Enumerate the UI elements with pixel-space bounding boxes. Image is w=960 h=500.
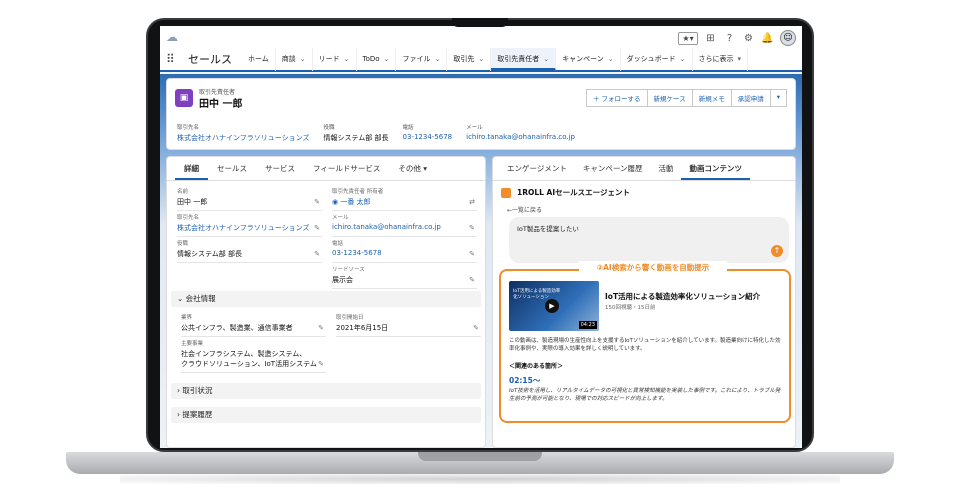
callout-label: ②AI検索から響く動画を自動提示 [579,261,727,275]
new-case-button[interactable]: 新規ケース [647,89,693,107]
nav-accounts[interactable]: 取引先 ⌄ [447,47,492,71]
laptop-frame: ☁ ★▾ ⊞ ? ⚙ 🔔 ☺ ⠿ セールス ホーム 商談 ⌄ リード ⌄ ToDo ⌄… [0,0,960,500]
cloud-logo-icon: ☁ [166,30,178,44]
field-name: 名前 田中 一郎 ✎ [177,187,322,211]
related-section-label: ＜関連のある箇所＞ [509,363,564,370]
tab-sales[interactable]: セールス [208,159,256,180]
video-duration: 04:23 [578,321,597,329]
nav-files[interactable]: ファイル ⌄ [396,47,448,71]
edit-icon[interactable]: ✎ [473,324,479,332]
record-name: 田中 一郎 [199,99,243,110]
change-owner-icon[interactable]: ⇄ [469,198,475,206]
field-owner: 取引先責任者 所有者 ◉ 一番 太郎 ⇄ [332,187,477,211]
nav-contacts[interactable]: 取引先責任者 ⌄ [491,47,557,71]
gear-icon[interactable]: ⚙ [742,32,755,45]
laptop-shadow [120,474,840,484]
tab-more[interactable]: その他 ▾ [389,159,436,180]
follow-button[interactable]: ＋ フォローする [585,89,648,107]
video-result: IoT活用による製造効率化ソリューション ▶ 04:23 IoT活用による製造効… [499,269,791,423]
account-link[interactable]: 株式会社オハナインフラソリューションズ [177,133,310,143]
section-history[interactable]: › 提案履歴 [171,407,481,423]
tab-service[interactable]: サービス [256,159,304,180]
action-buttons: ＋ フォローする 新規ケース 新規メモ 承認申請 ▾ [585,89,787,107]
field-start-date: 取引開始日 2021年6月15日 ✎ [336,313,481,337]
field-industry: 業界 公共インフラ、製造業、通信事業者 ✎ [181,313,326,337]
edit-icon[interactable]: ✎ [318,360,324,368]
app-name: セールス [188,53,232,66]
highlight-title: 役職 情報システム部 部長 [323,125,389,142]
contact-icon: ▣ [175,89,193,107]
global-header: ☁ ★▾ ⊞ ? ⚙ 🔔 ☺ [160,26,802,48]
field-business: 主要事業 社会インフラシステム、製造システム、 クラウドソリューション、IoT活… [181,339,326,373]
highlight-phone: 電話 03-1234-5678 [402,125,453,141]
record-header: ▣ 取引先責任者 田中 一郎 ＋ フォローする 新規ケース 新規メモ 承認申請 … [166,78,796,150]
video-description: この動画は、製造現場の生産性向上を支援するIoTソリューションを紹介しています。… [509,338,781,352]
video-thumbnail[interactable]: IoT活用による製造効率化ソリューション ▶ 04:23 [509,281,599,331]
phone-link[interactable]: 03-1234-5678 [403,133,453,141]
edit-icon[interactable]: ✎ [314,198,320,206]
tab-video-content[interactable]: 動画コンテンツ [681,159,750,180]
new-note-button[interactable]: 新規メモ [692,89,732,107]
timestamp-link[interactable]: 02:15〜 [509,375,540,386]
more-actions-button[interactable]: ▾ [770,89,787,107]
add-icon[interactable]: ⊞ [704,32,717,45]
nav-home[interactable]: ホーム [242,47,276,71]
timestamp-note: IoT技術を活用し、リアルタイムデータの可視化と異常検知機能を実装した事例です。… [509,388,781,402]
bell-icon[interactable]: 🔔 [761,32,774,45]
nav-todo[interactable]: ToDo ⌄ [357,47,397,71]
nav-more[interactable]: さらに表示 ▾ [693,47,749,71]
section-company[interactable]: ⌄ 会社情報 [171,291,481,307]
agent-title: 1ROLL AIセールスエージェント [501,187,630,198]
video-meta: 150回視聴・15日前 [605,305,656,311]
back-link[interactable]: ←一覧に戻る [507,205,542,214]
section-status[interactable]: › 取引状況 [171,383,481,399]
tab-details[interactable]: 詳細 [175,159,208,180]
field-email: メール ichiro.tanaka@ohanainfra.co.jp ✎ [332,213,477,237]
avatar[interactable]: ☺ [780,30,796,46]
video-title[interactable]: IoT活用による製造効率化ソリューション紹介 [605,291,760,302]
laptop-base-groove [418,452,542,461]
edit-icon[interactable]: ✎ [469,224,475,232]
tab-engagement[interactable]: エンゲージメント [499,159,575,180]
field-account: 取引先名 株式会社オハナインフラソリューションズ ✎ [177,213,322,237]
app-nav: ⠿ セールス ホーム 商談 ⌄ リード ⌄ ToDo ⌄ ファイル ⌄ 取引先 ⌄ 取引先… [160,47,802,72]
screen: ☁ ★▾ ⊞ ? ⚙ 🔔 ☺ ⠿ セールス ホーム 商談 ⌄ リード ⌄ ToDo ⌄… [160,26,802,448]
prompt-box[interactable]: IoT製品を提案したい ↑ [509,217,789,263]
owner-link[interactable]: ◉ 一番 太郎 [332,197,477,207]
tab-field-service[interactable]: フィールドサービス [304,159,389,180]
highlight-account: 取引先名 株式会社オハナインフラソリューションズ [177,125,310,143]
detail-tabs: 詳細 セールス サービス フィールドサービス その他 ▾ [167,159,485,181]
favorites-icon[interactable]: ★▾ [678,31,698,45]
edit-icon[interactable]: ✎ [318,324,324,332]
nav-campaigns[interactable]: キャンペーン ⌄ [556,47,621,71]
highlight-email: メール ichiro.tanaka@ohanainfra.co.jp [466,125,575,141]
edit-icon[interactable]: ✎ [314,250,320,258]
video-panel: エンゲージメント キャンペーン履歴 活動 動画コンテンツ 1ROLL AIセール… [492,156,796,448]
play-icon[interactable]: ▶ [545,299,559,313]
related-tabs: エンゲージメント キャンペーン履歴 活動 動画コンテンツ [493,159,795,181]
highlight-fields: 取引先名 株式会社オハナインフラソリューションズ 役職 情報システム部 部長 電… [177,123,589,143]
edit-icon[interactable]: ✎ [469,276,475,284]
field-title: 役職 情報システム部 部長 ✎ [177,239,322,263]
edit-icon[interactable]: ✎ [314,224,320,232]
email-link[interactable]: ichiro.tanaka@ohanainfra.co.jp [466,133,575,141]
nav-dashboards[interactable]: ダッシュボード ⌄ [621,47,693,71]
app-launcher-icon[interactable]: ⠿ [166,52,182,66]
help-icon[interactable]: ? [723,32,736,45]
tab-campaign-history[interactable]: キャンペーン履歴 [575,159,651,180]
tab-activity[interactable]: 活動 [650,159,681,180]
send-icon[interactable]: ↑ [771,245,783,257]
field-phone: 電話 03-1234-5678 ✎ [332,239,477,263]
details-panel: 詳細 セールス サービス フィールドサービス その他 ▾ 名前 田中 一郎 ✎ … [166,156,486,448]
agent-logo-icon [501,187,511,198]
camera-notch [452,18,508,27]
approval-button[interactable]: 承認申請 [731,89,771,107]
edit-icon[interactable]: ✎ [469,250,475,258]
nav-opportunities[interactable]: 商談 ⌄ [276,47,313,71]
nav-leads[interactable]: リード ⌄ [313,47,357,71]
field-lead-source: リードソース 展示会 ✎ [332,265,477,289]
